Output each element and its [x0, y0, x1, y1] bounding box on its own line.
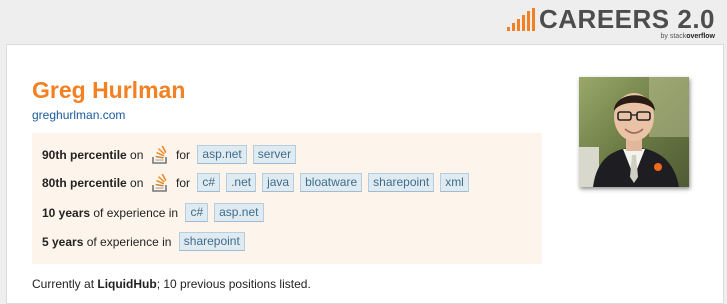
current-position: Currently at LiquidHub; 10 previous posi… [32, 277, 311, 291]
tag-dot-net[interactable]: .net [226, 173, 257, 192]
tag-c-sharp[interactable]: c# [185, 203, 209, 222]
top-bar: CAREERS 2.0 by stackoverflow [0, 0, 727, 46]
brand-subtitle: by stackoverflow [660, 33, 715, 40]
profile-website-link[interactable]: greghurlman.com [32, 108, 125, 122]
profile-name: Greg Hurlman [32, 77, 186, 103]
stat-row: 80th percentile on for c# .net java bloa… [42, 173, 475, 192]
stat-row: 10 years of experience in c# asp.net [42, 203, 270, 222]
stat-text: for [172, 147, 194, 162]
tag-sharepoint[interactable]: sharepoint [368, 173, 435, 192]
tag-sharepoint[interactable]: sharepoint [178, 232, 245, 251]
stat-highlight: 10 years [42, 205, 91, 220]
stat-row: 90th percentile on for asp.net server [42, 145, 302, 164]
stat-highlight: 90th percentile [42, 147, 127, 162]
stat-text: of experience in [90, 205, 182, 220]
stat-text: on [126, 147, 147, 162]
tag-asp-net[interactable]: asp.net [197, 145, 247, 164]
stackoverflow-icon[interactable] [151, 145, 169, 164]
stats-panel: 90th percentile on for asp.net server 80… [32, 133, 542, 264]
current-suffix: ; 10 previous positions listed. [156, 277, 311, 291]
tag-xml[interactable]: xml [440, 173, 469, 192]
avatar [579, 77, 689, 187]
tag-server[interactable]: server [252, 145, 297, 164]
stat-row: 5 years of experience in sharepoint [42, 232, 251, 251]
stat-highlight: 80th percentile [42, 175, 127, 190]
tag-asp-net[interactable]: asp.net [214, 203, 264, 222]
user-photo [579, 77, 689, 187]
current-company: LiquidHub [97, 277, 157, 291]
current-prefix: Currently at [32, 277, 98, 291]
brand-text: CAREERS 2.0 by stackoverflow [539, 6, 715, 41]
stat-text: of experience in [83, 234, 175, 249]
brand-title: CAREERS 2.0 [539, 4, 715, 34]
tag-java[interactable]: java [262, 173, 295, 192]
tag-bloatware[interactable]: bloatware [300, 173, 363, 192]
stat-highlight: 5 years [42, 234, 84, 249]
signal-bars-icon [507, 8, 535, 31]
careers-logo[interactable]: CAREERS 2.0 by stackoverflow [507, 6, 715, 41]
tag-c-sharp[interactable]: c# [197, 173, 221, 192]
stackoverflow-icon[interactable] [151, 173, 169, 192]
profile-card: Greg Hurlman greghurlman.com 90th percen… [6, 44, 724, 304]
stat-text: on [126, 175, 147, 190]
stat-text: for [172, 175, 194, 190]
